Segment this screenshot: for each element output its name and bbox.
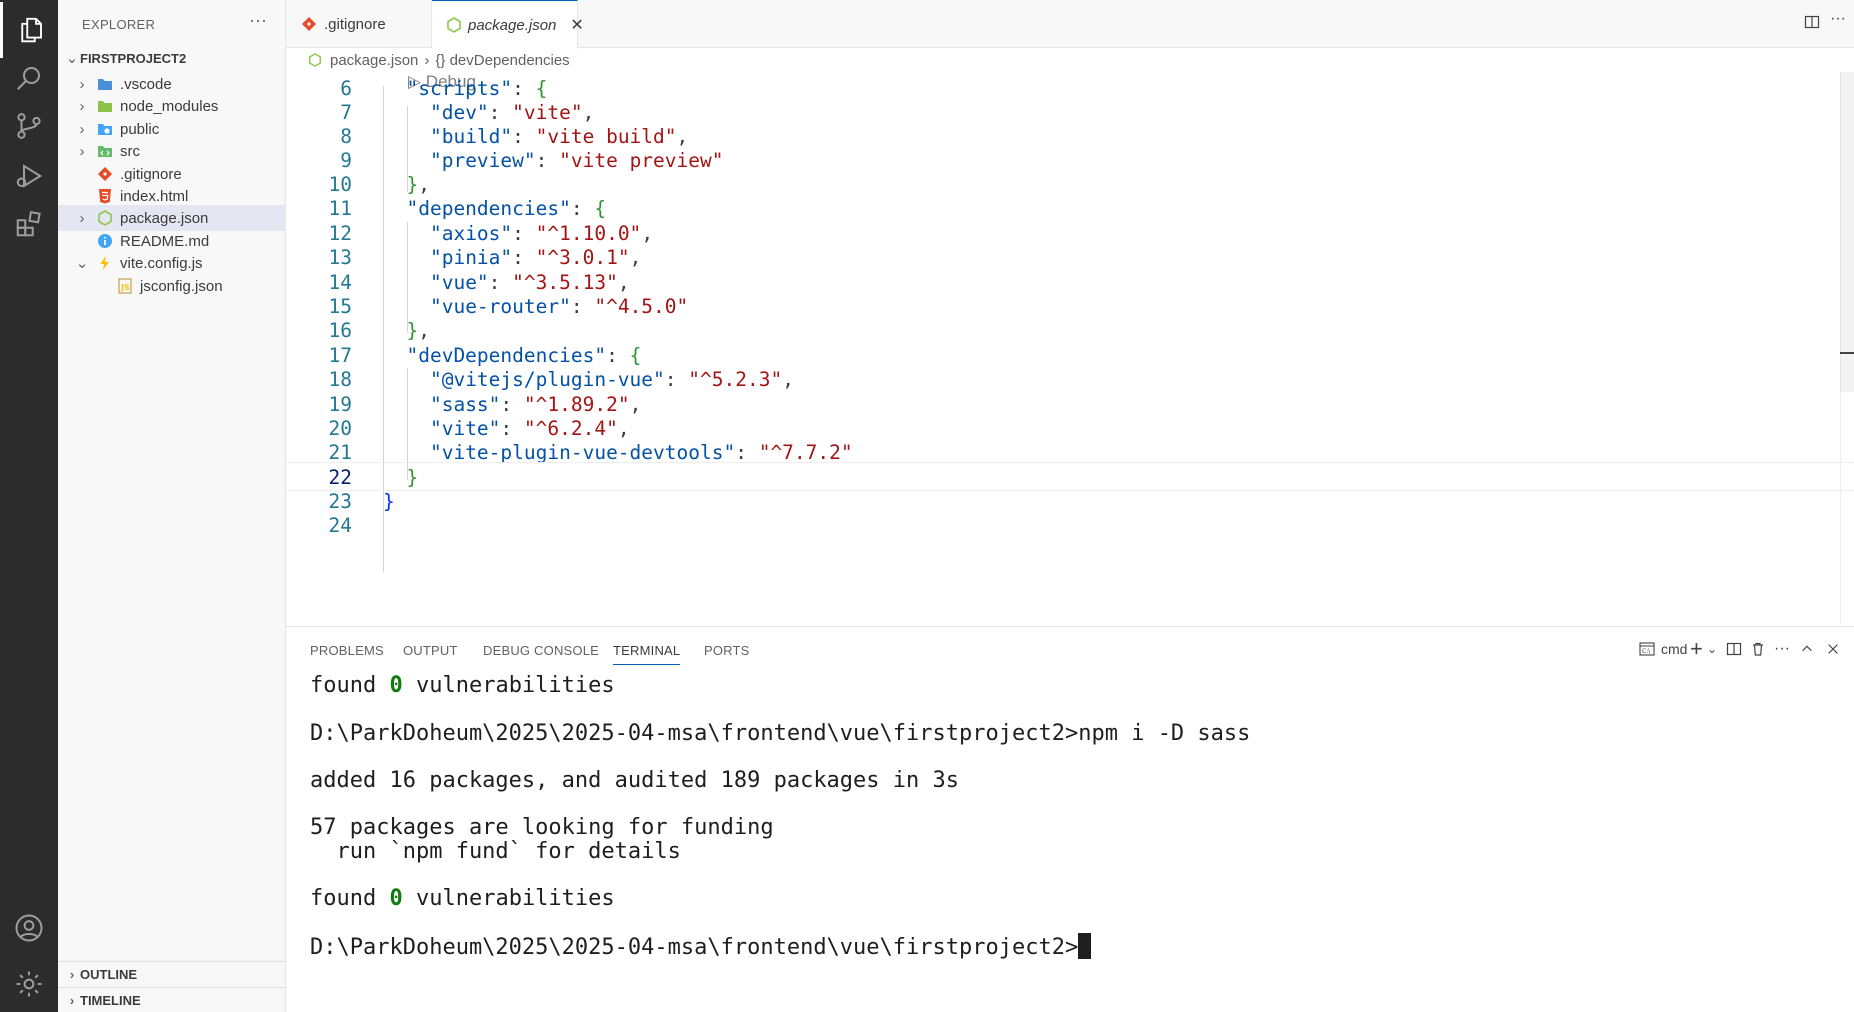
explorer-item-label: jsconfig.json: [140, 277, 223, 295]
shell-name: cmd: [1661, 641, 1688, 657]
breadcrumb: package.json › {} devDependencies: [286, 48, 1854, 72]
code-line: 24: [328, 514, 352, 537]
split-terminal-icon[interactable]: [1726, 639, 1742, 659]
more-actions-icon[interactable]: ···: [1830, 10, 1846, 28]
terminal-line: D:\ParkDoheum\2025\2025-04-msa\frontend\…: [310, 721, 1251, 746]
breadcrumb-separator: ›: [424, 51, 430, 69]
folder-vscode-icon: [96, 75, 114, 93]
terminal-line: found 0 vulnerabilities: [310, 673, 615, 698]
terminal-profile[interactable]: C:\ cmd: [1638, 639, 1687, 659]
explorer-item-label: src: [120, 142, 140, 160]
nodejs-icon: [446, 16, 462, 34]
close-panel-icon[interactable]: [1826, 639, 1840, 659]
timeline-label: TIMELINE: [80, 993, 141, 1008]
explorer-item-label: .vscode: [120, 75, 172, 93]
more-actions-icon[interactable]: ···: [1774, 639, 1790, 659]
tab-ports[interactable]: PORTS: [704, 643, 750, 658]
terminal-cursor: [1078, 933, 1092, 959]
close-icon[interactable]: ✕: [570, 15, 583, 35]
chevron-right-icon: ›: [79, 209, 85, 227]
terminal-icon: C:\: [1639, 642, 1655, 656]
explorer-item-label: node_modules: [120, 97, 219, 115]
git-icon: [96, 165, 114, 183]
explorer-sidebar: EXPLORER ··· ⌄ FIRSTPROJECT2 › .vscode › no…: [58, 0, 286, 1012]
chevron-down-icon[interactable]: ⌄: [1707, 639, 1717, 659]
extensions-icon[interactable]: [0, 196, 58, 252]
explorer-item-jsconfig-json[interactable]: JS jsconfig.json: [58, 273, 286, 299]
folder-node-icon: [96, 97, 114, 115]
terminal-prompt[interactable]: D:\ParkDoheum\2025\2025-04-msa\frontend\…: [310, 933, 1092, 960]
terminal-line: found 0 vulnerabilities: [310, 886, 615, 911]
explorer-item-label: .gitignore: [120, 165, 182, 183]
tab-gitignore[interactable]: .gitignore: [286, 0, 432, 48]
folder-public-icon: [96, 120, 114, 138]
explorer-item-label: README.md: [120, 232, 210, 250]
manage-gear-icon[interactable]: [0, 956, 58, 1012]
html-icon: [96, 187, 114, 205]
explorer-item-label: package.json: [120, 209, 209, 227]
tab-problems[interactable]: PROBLEMS: [310, 643, 384, 658]
more-actions-icon[interactable]: ···: [249, 10, 267, 31]
chevron-right-icon: ›: [79, 75, 85, 93]
breadcrumb-file[interactable]: package.json: [330, 52, 418, 69]
sidebar-title: EXPLORER: [82, 17, 156, 32]
accounts-icon[interactable]: [0, 900, 58, 956]
source-control-icon[interactable]: [0, 98, 58, 154]
git-icon: [300, 15, 318, 33]
chevron-right-icon: ›: [79, 120, 85, 138]
cursor-marker: [1840, 352, 1854, 354]
nodejs-icon: [96, 209, 114, 227]
chevron-right-icon: ›: [69, 967, 75, 982]
folder-src-icon: [96, 142, 114, 160]
explorer-item-label: index.html: [120, 187, 189, 205]
svg-text:JS: JS: [120, 283, 130, 292]
split-editor-icon[interactable]: [1804, 14, 1820, 30]
chevron-down-icon: ⌄: [75, 255, 89, 272]
activity-bar: [0, 0, 58, 1012]
tab-label: .gitignore: [324, 15, 386, 33]
terminal-line: added 16 packages, and audited 189 packa…: [310, 768, 960, 793]
svg-text:C:\: C:\: [1642, 648, 1651, 655]
vite-icon: [96, 254, 114, 272]
chevron-right-icon: ›: [79, 142, 85, 160]
jsconfig-icon: JS: [116, 277, 134, 295]
outline-section[interactable]: › OUTLINE: [58, 961, 286, 987]
maximize-panel-icon[interactable]: [1800, 639, 1814, 659]
explorer-item-label: public: [120, 120, 160, 138]
editor-tab-bar: .gitignore package.json ✕ ···: [286, 0, 1854, 49]
chevron-right-icon: ›: [79, 97, 85, 115]
chevron-right-icon: ›: [69, 993, 75, 1008]
scrollbar-thumb[interactable]: [1840, 72, 1854, 392]
timeline-section[interactable]: › TIMELINE: [58, 987, 286, 1012]
bottom-panel: PROBLEMS OUTPUT DEBUG CONSOLE TERMINAL P…: [286, 626, 1854, 1012]
breadcrumb-symbol[interactable]: {} devDependencies: [435, 52, 569, 69]
workspace-root[interactable]: ⌄ FIRSTPROJECT2: [58, 45, 286, 71]
nodejs-icon: [306, 51, 324, 69]
info-icon: [96, 232, 114, 250]
tab-package-json[interactable]: package.json ✕: [432, 0, 584, 49]
outline-label: OUTLINE: [80, 967, 138, 982]
new-terminal-icon[interactable]: +: [1690, 636, 1703, 661]
tab-terminal[interactable]: TERMINAL: [613, 643, 681, 665]
terminal-line: 57 packages are looking for funding: [310, 815, 774, 840]
tab-label: package.json: [468, 16, 557, 34]
chevron-down-icon: ⌄: [65, 50, 79, 67]
code-editor[interactable]: ▷ Debug 6 "scripts": { 7 "dev": "vite", …: [286, 72, 1854, 624]
tab-output[interactable]: OUTPUT: [403, 643, 458, 658]
trash-icon[interactable]: [1750, 639, 1766, 659]
explorer-item-label: vite.config.js: [120, 254, 203, 272]
workspace-root-label: FIRSTPROJECT2: [80, 50, 187, 66]
tab-debug-console[interactable]: DEBUG CONSOLE: [483, 643, 599, 658]
terminal-line: run `npm fund` for details: [310, 839, 681, 864]
